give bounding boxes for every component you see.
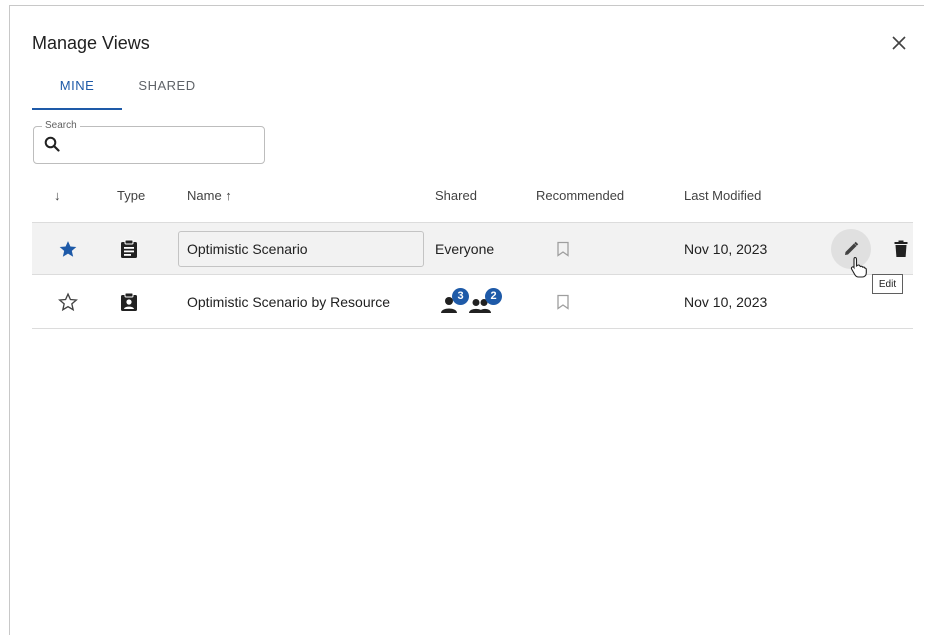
star-filled-icon [59,241,77,257]
dialog-title: Manage Views [32,33,150,53]
favorite-toggle[interactable] [58,276,78,328]
clipboard-icon [121,239,137,258]
recommended-toggle[interactable] [556,223,570,275]
type-cell [120,223,138,275]
favorite-toggle[interactable] [58,223,78,275]
search-input[interactable] [66,134,260,158]
search-field[interactable]: Search [33,120,265,164]
column-sort[interactable]: ↓ [54,188,61,204]
table-row[interactable]: Optimistic Scenario Everyone Nov 10, 202… [32,222,913,275]
shared-users-count-badge: 3 [452,288,469,305]
name-cell: Optimistic Scenario by Resource [187,294,391,310]
tab-mine[interactable]: MINE [32,72,122,110]
last-modified-cell: Nov 10, 2023 [684,294,768,310]
column-last-modified[interactable]: Last Modified [684,188,761,204]
tab-bar: MINE SHARED [32,72,212,110]
column-name[interactable]: Name ↑ [187,188,232,204]
shared-cell: Everyone [435,241,495,257]
bookmark-outline-icon [557,241,569,257]
last-modified-cell: Nov 10, 2023 [684,241,768,257]
pencil-icon [845,241,859,255]
search-label: Search [42,120,80,131]
table-row[interactable]: Optimistic Scenario by Resource 3 2 Nov … [32,276,913,329]
tab-shared[interactable]: SHARED [122,72,212,110]
clipboard-account-icon [121,292,137,311]
bookmark-outline-icon [557,294,569,310]
type-cell [120,276,138,328]
trash-icon [894,240,908,257]
edit-tooltip: Edit [872,274,903,294]
delete-button[interactable] [894,223,908,275]
column-shared[interactable]: Shared [435,188,477,204]
column-recommended[interactable]: Recommended [536,188,624,204]
name-cell[interactable]: Optimistic Scenario [178,223,424,275]
recommended-toggle[interactable] [556,276,570,328]
shared-cell[interactable]: 3 2 [437,276,507,328]
column-type[interactable]: Type [117,188,145,204]
manage-views-dialog: Manage Views MINE SHARED Search ↓ Type N… [9,5,924,635]
search-icon [44,136,60,152]
close-button[interactable] [888,32,910,54]
name-edit-field[interactable]: Optimistic Scenario [178,231,424,267]
hand-cursor-icon [850,256,867,278]
star-outline-icon [58,292,78,312]
shared-groups-count-badge: 2 [485,288,502,305]
close-icon [892,36,906,50]
